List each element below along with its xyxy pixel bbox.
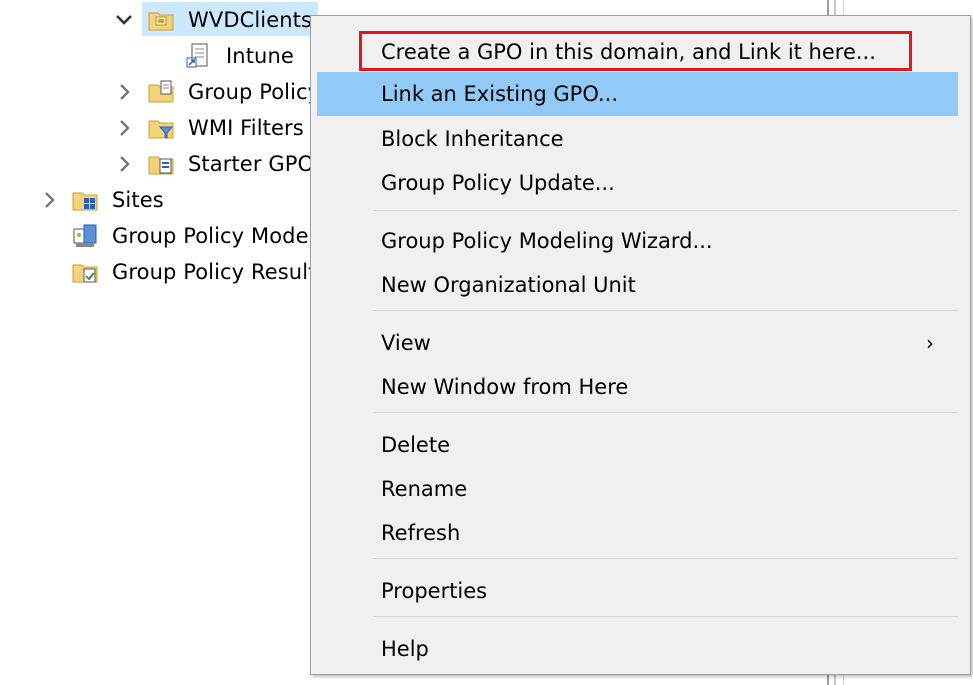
tree-item-group-policy-results[interactable]: Group Policy Results	[0, 254, 327, 290]
gpo-folder-icon	[146, 77, 176, 107]
menu-item-view[interactable]: View ›	[317, 321, 958, 365]
menu-item-label: New Organizational Unit	[381, 273, 636, 297]
menu-separator	[373, 616, 958, 617]
menu-item-new-ou[interactable]: New Organizational Unit	[317, 263, 958, 307]
menu-item-rename[interactable]: Rename	[317, 467, 958, 511]
chevron-right-icon[interactable]	[40, 190, 60, 210]
menu-item-group-policy-update[interactable]: Group Policy Update...	[317, 161, 958, 205]
menu-item-label: Delete	[381, 433, 450, 457]
menu-item-label: Properties	[381, 579, 488, 603]
menu-item-label: Rename	[381, 477, 468, 501]
ou-folder-icon	[146, 5, 176, 35]
menu-item-delete[interactable]: Delete	[317, 423, 958, 467]
menu-separator	[373, 210, 958, 211]
menu-item-link-existing-gpo[interactable]: Link an Existing GPO...	[317, 72, 958, 116]
chevron-right-icon: ›	[926, 331, 934, 355]
menu-item-label: Group Policy Update...	[381, 171, 615, 195]
chevron-right-icon[interactable]	[115, 118, 135, 138]
menu-item-create-gpo-and-link[interactable]: Create a GPO in this domain, and Link it…	[317, 30, 958, 74]
tree-item-label: WMI Filters	[188, 116, 304, 140]
menu-item-label: View	[381, 331, 431, 355]
menu-item-label: Refresh	[381, 521, 461, 545]
menu-separator	[373, 310, 958, 311]
tree-item-label: Group Policy Results	[112, 260, 328, 284]
menu-item-label: Link an Existing GPO...	[381, 82, 619, 106]
tree-item-label: WVDClients	[188, 8, 313, 32]
tree-item-label: Starter GPOs	[188, 152, 326, 176]
menu-item-label: Help	[381, 637, 429, 661]
modeling-icon	[70, 221, 100, 251]
menu-item-block-inheritance[interactable]: Block Inheritance	[317, 117, 958, 161]
menu-item-new-window[interactable]: New Window from Here	[317, 365, 958, 409]
tree-item-wvdclients[interactable]: WVDClients	[0, 2, 320, 38]
results-folder-icon	[70, 257, 100, 287]
starter-gpo-folder-icon	[146, 149, 176, 179]
menu-item-label: New Window from Here	[381, 375, 629, 399]
tree-item-label: Group Policy	[188, 80, 321, 104]
tree-item-intune[interactable]: Intune	[0, 38, 320, 74]
menu-item-modeling-wizard[interactable]: Group Policy Modeling Wizard...	[317, 219, 958, 263]
tree-item-sites[interactable]: Sites	[0, 182, 320, 218]
sites-folder-icon	[70, 185, 100, 215]
menu-separator	[373, 558, 958, 559]
chevron-down-icon[interactable]	[114, 10, 134, 30]
menu-item-refresh[interactable]: Refresh	[317, 511, 958, 555]
menu-item-help[interactable]: Help	[317, 627, 958, 671]
tree-item-label: Intune	[226, 44, 294, 68]
menu-item-label: Group Policy Modeling Wizard...	[381, 229, 713, 253]
chevron-right-icon[interactable]	[115, 154, 135, 174]
chevron-right-icon[interactable]	[115, 82, 135, 102]
wmi-folder-icon	[146, 113, 176, 143]
menu-item-properties[interactable]: Properties	[317, 569, 958, 613]
context-menu: Create a GPO in this domain, and Link it…	[310, 15, 971, 675]
tree-item-wmi-filters[interactable]: WMI Filters	[0, 110, 320, 146]
menu-item-label: Create a GPO in this domain, and Link it…	[381, 40, 876, 64]
tree-item-starter-gpos[interactable]: Starter GPOs	[0, 146, 325, 182]
gpo-link-icon	[184, 41, 214, 71]
menu-separator	[373, 412, 958, 413]
menu-item-label: Block Inheritance	[381, 127, 564, 151]
tree-item-group-policy-modeling[interactable]: Group Policy Modeling	[0, 218, 347, 254]
tree-item-group-policy-objects[interactable]: Group Policy	[0, 74, 320, 110]
tree-item-label: Sites	[112, 188, 164, 212]
